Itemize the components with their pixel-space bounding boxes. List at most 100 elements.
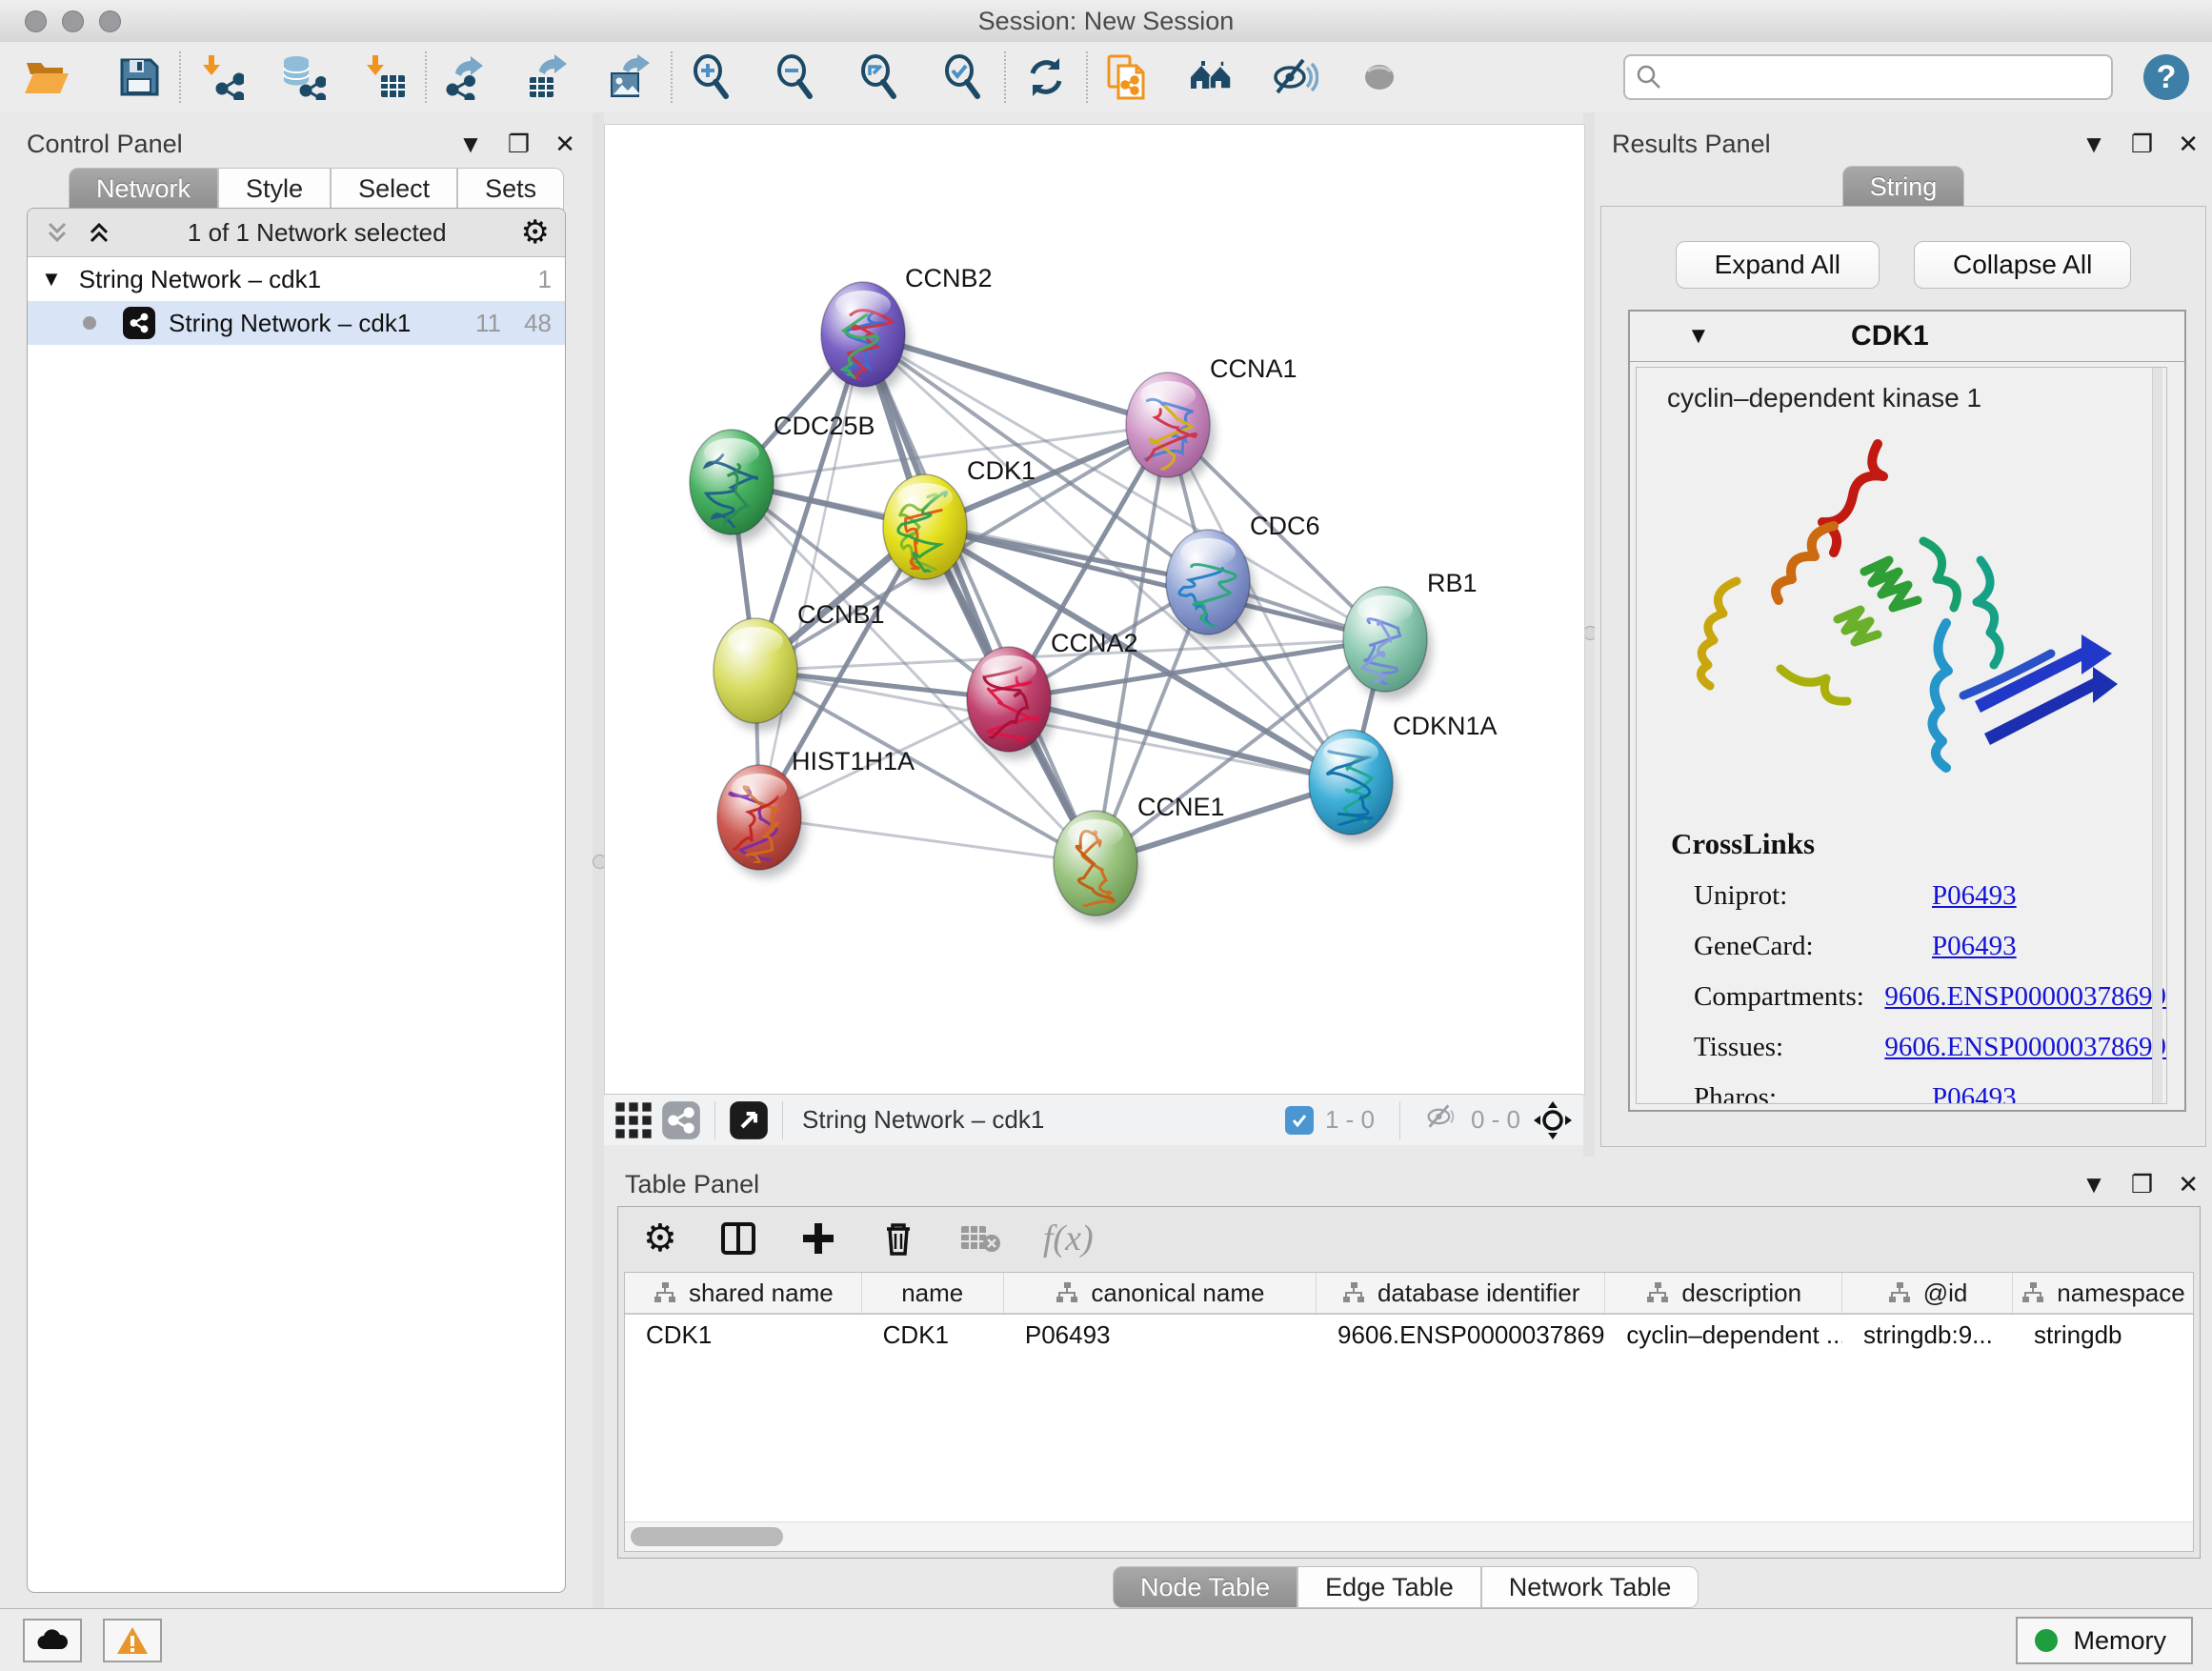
results-panel-close-icon[interactable]: ✕ [2178,130,2199,159]
tab-edge-table[interactable]: Edge Table [1297,1566,1481,1608]
network-node-RB1[interactable]: RB1 [1343,569,1478,722]
network-node-HIST1H1A[interactable]: HIST1H1A [717,747,915,892]
column-header[interactable]: database identifier [1317,1273,1605,1313]
save-session-icon[interactable] [114,52,164,102]
zoom-in-icon[interactable] [688,52,737,102]
selected-checkbox-icon[interactable] [1285,1106,1314,1135]
export-table-icon[interactable] [524,52,573,102]
expand-all-networks-icon[interactable] [85,218,113,247]
results-panel-float-icon[interactable]: ❐ [2131,130,2153,159]
delete-column-icon[interactable] [879,1219,917,1258]
tab-string[interactable]: String [1842,166,1965,208]
column-header[interactable]: shared name [625,1273,862,1313]
export-image-icon[interactable] [606,52,655,102]
warning-icon [116,1626,149,1655]
show-all-icon[interactable] [1355,52,1404,102]
tab-style[interactable]: Style [218,168,331,210]
network-node-CCNE1[interactable]: CCNE1 [1054,793,1225,954]
column-header[interactable]: namespace [2013,1273,2193,1313]
cloud-status-button[interactable] [23,1619,82,1662]
table-panel-close-icon[interactable]: ✕ [2178,1170,2199,1199]
network-canvas[interactable]: CCNB2CCNA1CDC25BCDK1CDC6RB1CCNB1CCNA2CDK… [604,124,1585,1096]
table-tabs: Node Table Edge Table Network Table [1113,1566,1699,1608]
expand-all-button[interactable]: Expand All [1676,241,1880,289]
crosslink-compartments[interactable]: 9606.ENSP00000378699 [1884,981,2166,1013]
search-input[interactable] [1663,62,2101,93]
column-header[interactable]: @id [1842,1273,2013,1313]
network-collection-row[interactable]: ▼ String Network – cdk1 1 [28,257,565,301]
network-node-CCNA1[interactable]: CCNA1 [1126,354,1297,520]
duplicate-network-icon[interactable] [1103,52,1153,102]
network-node-CDC25B[interactable]: CDC25B [690,412,875,568]
collection-expand-icon[interactable]: ▼ [41,267,62,292]
first-neighbors-icon[interactable] [1187,52,1237,102]
warning-status-button[interactable] [103,1619,162,1662]
hide-selected-icon[interactable] [1271,52,1320,102]
crosslink-label: Compartments: [1671,981,1884,1013]
results-panel-collapse-icon[interactable]: ▼ [2081,130,2106,159]
protein-card-expand-icon[interactable]: ▼ [1687,323,1710,350]
tab-sets[interactable]: Sets [457,168,564,210]
results-scrollbar[interactable] [2152,368,2162,1103]
network-row[interactable]: String Network – cdk1 11 48 [28,301,565,345]
left-splitter[interactable] [593,112,604,1608]
window-title: Session: New Session [0,7,2212,36]
function-builder-icon: f(x) [1043,1218,1094,1259]
network-edge[interactable] [759,817,1096,863]
open-session-icon[interactable] [21,52,70,102]
control-panel-float-icon[interactable]: ❐ [508,130,530,159]
table-options-gear-icon[interactable]: ⚙ [643,1217,677,1260]
add-column-icon[interactable] [799,1219,837,1258]
zoom-fit-icon[interactable] [855,52,905,102]
crosslink-tissues[interactable]: 9606.ENSP00000378699 [1884,1032,2166,1063]
scrollbar-thumb[interactable] [631,1527,783,1546]
zoom-out-icon[interactable] [772,52,821,102]
import-network-database-icon[interactable] [278,52,328,102]
column-header[interactable]: canonical name [1004,1273,1317,1313]
network-edge[interactable] [759,334,863,817]
network-node-count: 11 [475,309,501,338]
column-header[interactable]: name [862,1273,1004,1313]
network-edge[interactable] [863,334,1096,863]
search-field[interactable] [1623,54,2113,100]
table-horizontal-scrollbar[interactable] [625,1521,2193,1551]
titlebar: Session: New Session [0,0,2212,43]
network-share-view-icon[interactable] [661,1100,701,1140]
control-panel-collapse-icon[interactable]: ▼ [458,130,483,159]
crosslink-genecard[interactable]: P06493 [1932,931,2017,962]
collapse-all-button[interactable]: Collapse All [1914,241,2131,289]
table-panel-collapse-icon[interactable]: ▼ [2081,1170,2106,1199]
grid-view-icon[interactable] [613,1100,654,1140]
import-network-file-icon[interactable] [196,52,246,102]
control-panel-close-icon[interactable]: ✕ [554,130,575,159]
crosslink-pharos[interactable]: P06493 [1932,1082,2017,1104]
memory-button[interactable]: Memory [2016,1617,2193,1664]
table-container: ⚙ f(x) shared name name canonical name d… [617,1206,2201,1559]
string-network-graph[interactable]: CCNB2CCNA1CDC25BCDK1CDC6RB1CCNB1CCNA2CDK… [605,125,1582,1093]
crosslink-uniprot[interactable]: P06493 [1932,880,2017,912]
node-label-CCNB1: CCNB1 [797,600,885,629]
detach-view-icon[interactable] [729,1100,769,1140]
birds-eye-view-icon[interactable] [1532,1099,1574,1141]
network-node-CDKN1A[interactable]: CDKN1A [1309,712,1498,843]
protein-card-header[interactable]: ▼ CDK1 [1630,312,2184,362]
export-network-icon[interactable] [442,52,492,102]
network-edge-count: 48 [524,309,552,338]
results-panel: Results Panel ▼ ❐ ✕ String Expand All Co… [1595,112,2212,1157]
table-panel-float-icon[interactable]: ❐ [2131,1170,2153,1199]
collapse-all-networks-icon[interactable] [43,218,71,247]
tab-network-table[interactable]: Network Table [1481,1566,1699,1608]
refresh-icon[interactable] [1021,52,1071,102]
network-options-gear-icon[interactable]: ⚙ [521,213,550,252]
tab-network[interactable]: Network [69,168,218,210]
tab-node-table[interactable]: Node Table [1113,1566,1297,1608]
column-header[interactable]: description [1605,1273,1842,1313]
import-table-file-icon[interactable] [360,52,410,102]
show-columns-icon[interactable] [719,1219,757,1258]
collection-count: 1 [538,265,552,294]
zoom-selected-icon[interactable] [939,52,989,102]
table-row[interactable]: CDK1 CDK1 P06493 9606.ENSP00000378699 cy… [625,1315,2193,1355]
tab-select[interactable]: Select [331,168,457,210]
help-button[interactable]: ? [2143,54,2189,100]
network-node-CCNA2[interactable]: CCNA2 [967,629,1138,769]
